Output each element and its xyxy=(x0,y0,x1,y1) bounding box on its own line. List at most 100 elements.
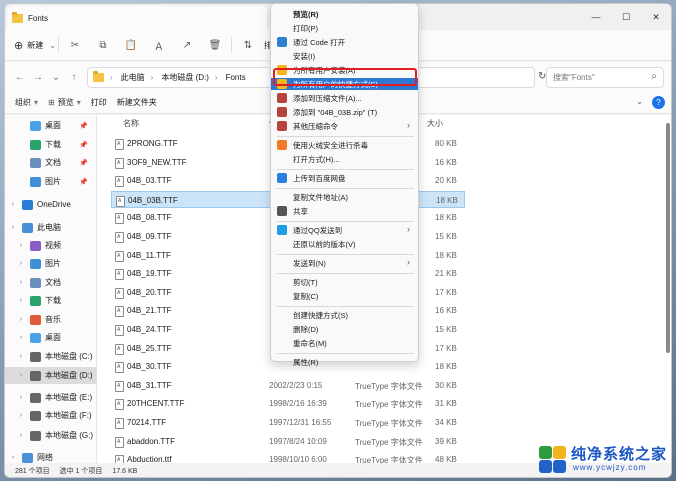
context-menu-item[interactable]: 打印(P) xyxy=(271,22,418,34)
qq-icon xyxy=(277,225,287,235)
navigation-pane: 桌面 📌 下载 📌 文档 📌 图片 📌 › OneDrive › 此电脑 › 视频 › 图片 › 文档 › 下载 › 音乐… xyxy=(5,115,97,463)
context-menu-item[interactable]: 重命名(M) xyxy=(271,337,418,349)
sidebar-item[interactable]: › 本地磁盘 (C:) xyxy=(5,348,97,365)
sidebar-item[interactable]: › 本地磁盘 (F:) xyxy=(5,407,97,424)
context-menu-item[interactable]: 剪切(T) xyxy=(271,276,418,288)
chevron-right-icon[interactable]: › xyxy=(16,353,26,360)
chevron-right-icon[interactable]: › xyxy=(16,260,26,267)
window-controls: — ☐ ✕ xyxy=(581,4,671,30)
context-menu-item[interactable]: 属性(R) xyxy=(271,356,418,368)
chevron-down-icon[interactable]: ⌄ xyxy=(636,97,643,106)
organize-button[interactable]: 组织 ▾ xyxy=(15,97,38,108)
context-menu-item[interactable]: 还原以前的版本(V) xyxy=(271,238,418,250)
chevron-right-icon[interactable]: › xyxy=(8,224,18,231)
sidebar-item[interactable]: › OneDrive xyxy=(5,196,97,213)
chevron-right-icon[interactable]: › xyxy=(16,394,26,401)
sidebar-item[interactable]: › 本地磁盘 (G:) xyxy=(5,427,97,444)
file-row[interactable]: 04B_31.TTF 2002/2/23 0:15 TrueType 字体文件 30 … xyxy=(111,377,465,394)
sidebar-item[interactable]: › 音乐 xyxy=(5,311,97,328)
context-menu-item[interactable]: 添加到压缩文件(A)... xyxy=(271,92,418,104)
sidebar-item[interactable]: 桌面 📌 xyxy=(5,117,97,134)
watermark-logo: 纯净系统之家 www.ycwjzy.com xyxy=(537,440,673,478)
context-menu-item[interactable]: 上传到百度网盘 xyxy=(271,172,418,184)
delete-icon[interactable]: 🗑 xyxy=(201,33,229,57)
close-button[interactable]: ✕ xyxy=(641,4,671,30)
context-menu-item[interactable]: 发送到(N) › xyxy=(271,257,418,269)
new-folder-button[interactable]: 新建文件夹 xyxy=(117,97,157,108)
context-menu-item[interactable]: 通过 Code 打开 xyxy=(271,36,418,48)
context-menu-item[interactable]: 打开方式(H)... xyxy=(271,153,418,165)
new-button[interactable]: ⊕ 新建 ⌄ xyxy=(14,39,56,52)
context-menu-item[interactable]: 复制文件地址(A) xyxy=(271,191,418,203)
rename-icon[interactable]: Ａ xyxy=(145,33,173,57)
context-menu-item[interactable]: 安装(I) xyxy=(271,50,418,62)
chevron-right-icon[interactable]: › xyxy=(16,432,26,439)
sidebar-item[interactable]: 图片 📌 xyxy=(5,173,97,190)
column-name[interactable]: 名称 xyxy=(123,118,139,129)
file-row[interactable]: 70214.TTF 1997/12/31 16:55 TrueType 字体文件 34… xyxy=(111,414,465,431)
vscode-icon xyxy=(277,37,287,47)
sidebar-item[interactable]: › 桌面 xyxy=(5,329,97,346)
context-menu-item[interactable]: 共享 xyxy=(271,205,418,217)
sidebar-item[interactable]: 文档 📌 xyxy=(5,154,97,171)
font-file-icon xyxy=(115,157,124,169)
sidebar-item[interactable]: 下载 📌 xyxy=(5,136,97,153)
paste-icon[interactable]: 📋 xyxy=(117,33,145,57)
chevron-right-icon[interactable]: › xyxy=(16,316,26,323)
context-menu-item[interactable]: 预览(R) xyxy=(271,8,418,20)
file-name: 04B_03B.TTF xyxy=(128,195,178,205)
forward-icon[interactable]: → xyxy=(29,72,47,83)
sidebar-item[interactable]: › 视频 xyxy=(5,237,97,254)
cut-icon[interactable]: ✂ xyxy=(61,33,89,57)
context-menu-item[interactable]: 删除(D) xyxy=(271,323,418,335)
sidebar-item[interactable]: › 此电脑 xyxy=(5,219,97,236)
context-menu-item[interactable]: 使用火绒安全进行杀毒 xyxy=(271,139,418,151)
back-icon[interactable]: ← xyxy=(11,72,29,83)
context-menu-label: 上传到百度网盘 xyxy=(293,174,346,183)
chevron-right-icon[interactable]: › xyxy=(8,201,18,208)
context-menu-item[interactable]: 其他压缩命令 › xyxy=(271,120,418,132)
title-tab[interactable]: Fonts xyxy=(7,6,267,30)
location-icon xyxy=(30,157,41,168)
context-menu-item[interactable]: 复制(C) xyxy=(271,290,418,302)
up-icon[interactable]: ↑ xyxy=(65,72,83,83)
preview-button[interactable]: ⊞ 预览 ▾ xyxy=(48,97,81,108)
sidebar-item-label: 本地磁盘 (D:) xyxy=(45,371,93,380)
scrollbar[interactable] xyxy=(666,123,670,353)
sidebar-item[interactable]: › 文档 xyxy=(5,274,97,291)
chevron-right-icon[interactable]: › xyxy=(16,242,26,249)
new-label: 新建 xyxy=(27,40,44,50)
chevron-right-icon[interactable]: › xyxy=(16,297,26,304)
dropdown-icon: ▾ xyxy=(34,98,39,107)
context-menu-item[interactable]: 创建快捷方式(S) xyxy=(271,309,418,321)
file-row[interactable]: abaddon.TTF 1997/8/24 10:09 TrueType 字体文件 3… xyxy=(111,433,465,450)
search-input[interactable]: 搜索"Fonts" ⌕ xyxy=(546,67,664,88)
chevron-right-icon[interactable]: › xyxy=(8,454,18,461)
breadcrumb-this-pc[interactable]: 此电脑 xyxy=(121,72,145,83)
minimize-button[interactable]: — xyxy=(581,4,611,30)
print-button[interactable]: 打印 xyxy=(91,97,107,108)
chevron-right-icon[interactable]: › xyxy=(16,372,26,379)
sidebar-item[interactable]: › 本地磁盘 (D:) xyxy=(5,367,97,384)
context-menu-item[interactable]: 添加到 "04B_03B.zip" (T) xyxy=(271,106,418,118)
sidebar-item[interactable]: › 本地磁盘 (E:) xyxy=(5,389,97,406)
sidebar-item[interactable]: › 图片 xyxy=(5,255,97,272)
help-icon[interactable]: ? xyxy=(652,96,665,109)
file-size: 18 KB xyxy=(435,362,457,372)
chevron-right-icon[interactable]: › xyxy=(16,334,26,341)
file-row[interactable]: 20THCENT.TTF 1998/2/16 16:39 TrueType 字体文件… xyxy=(111,395,465,412)
sort-icon[interactable]: ⇅ xyxy=(234,33,262,57)
file-size: 21 KB xyxy=(435,269,457,279)
breadcrumb-drive-d[interactable]: 本地磁盘 (D:) xyxy=(161,72,209,83)
recent-icon[interactable]: ⌄ xyxy=(47,72,65,83)
breadcrumb-fonts[interactable]: Fonts xyxy=(226,73,246,82)
sidebar-item[interactable]: › 下载 xyxy=(5,292,97,309)
context-menu-item[interactable]: 通过QQ发送到 › xyxy=(271,224,418,236)
chevron-right-icon[interactable]: › xyxy=(16,279,26,286)
chevron-right-icon[interactable]: › xyxy=(16,412,26,419)
column-size[interactable]: 大小 xyxy=(427,118,443,129)
maximize-button[interactable]: ☐ xyxy=(611,4,641,30)
share-icon[interactable]: ↗ xyxy=(173,33,201,57)
copy-icon[interactable]: ⧉ xyxy=(89,33,117,57)
file-name: 04B_11.TTF xyxy=(127,250,171,260)
